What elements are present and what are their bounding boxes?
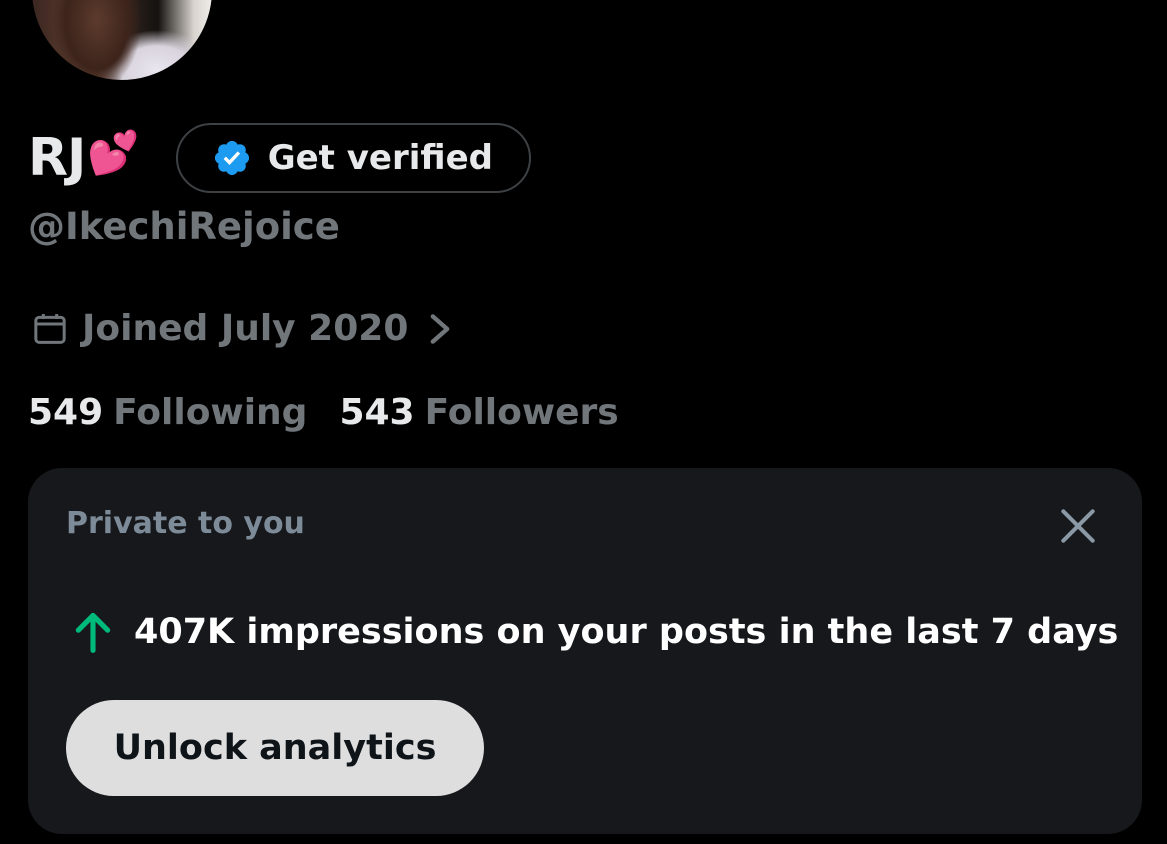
avatar[interactable] [28,0,216,84]
hearts-emoji: 💕 [87,128,140,177]
followers-label: Followers [424,392,619,433]
following-label: Following [113,392,308,433]
calendar-icon [34,313,66,344]
impressions-text: 407K impressions on your posts in the la… [134,612,1119,652]
impressions-row: 407K impressions on your posts in the la… [74,610,1118,654]
unlock-analytics-button[interactable]: Unlock analytics [66,700,484,796]
user-handle: @IkechiRejoice [28,205,340,248]
verified-badge-icon [214,140,249,176]
joined-date-row[interactable]: Joined July 2020 [30,308,454,349]
close-icon[interactable] [1056,504,1100,548]
following-link[interactable]: 549 Following [28,392,307,433]
followers-link[interactable]: 543 Followers [339,392,618,433]
private-caption: Private to you [66,506,305,541]
display-name: RJ [28,128,86,188]
joined-date-label: Joined July 2020 [82,308,409,349]
name-row: RJ 💕 Get verified [28,118,531,198]
chevron-right-icon [431,313,450,344]
follow-stats: 549 Following 543 Followers [28,392,619,433]
following-count: 549 [28,392,104,433]
avatar-photo [52,0,142,80]
profile-page: RJ 💕 Get verified @IkechiRejoice Joined … [0,0,1167,844]
get-verified-button[interactable]: Get verified [175,123,531,193]
followers-count: 543 [339,392,415,433]
arrow-up-icon [75,612,111,653]
get-verified-label: Get verified [267,138,493,178]
analytics-card: Private to you 407K impressions on your … [28,468,1142,834]
